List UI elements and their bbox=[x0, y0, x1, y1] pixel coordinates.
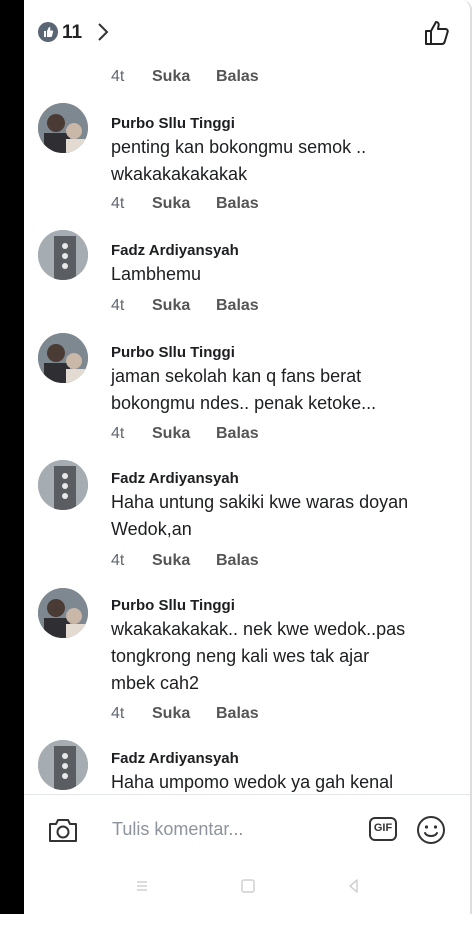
system-navigation-bar bbox=[24, 860, 470, 914]
bottom-edge bbox=[0, 914, 474, 932]
avatar[interactable] bbox=[38, 460, 88, 510]
reply-link[interactable]: Balas bbox=[216, 551, 259, 571]
like-link[interactable]: Suka bbox=[152, 424, 190, 444]
comment-line: Lambhemu bbox=[111, 264, 202, 284]
comment-line: penting kan bokongmu semok .. bbox=[111, 137, 367, 157]
comment-time: 4t bbox=[111, 297, 125, 314]
comment-line: Haha untung sakiki kwe waras doyan bbox=[111, 492, 409, 512]
comment-line: wkakakakakak.. nek kwe wedok..pas bbox=[111, 619, 406, 639]
like-badge-icon[interactable] bbox=[38, 22, 58, 42]
like-link[interactable]: Suka bbox=[152, 194, 190, 214]
like-link[interactable]: Suka bbox=[152, 551, 190, 571]
like-link[interactable]: Suka bbox=[152, 296, 190, 316]
comment-line: Wedok,an bbox=[111, 519, 192, 539]
comment-line: wkakakakakakak bbox=[111, 164, 248, 184]
comment-body: Lambhemu bbox=[111, 261, 456, 288]
avatar[interactable] bbox=[38, 230, 88, 280]
comment-body: jaman sekolah kan q fans berat bokongmu … bbox=[111, 363, 456, 417]
home-icon[interactable] bbox=[240, 878, 256, 894]
comment-body: penting kan bokongmu semok .. wkakakakak… bbox=[111, 134, 456, 188]
reply-link[interactable]: Balas bbox=[216, 67, 259, 87]
comment-author[interactable]: Fadz Ardiyansyah bbox=[111, 470, 239, 487]
comment-line: bokongmu ndes.. penak ketoke... bbox=[111, 393, 377, 413]
like-link[interactable]: Suka bbox=[152, 704, 190, 724]
comment-line: Haha umpomo wedok ya gah kenal bbox=[111, 772, 394, 792]
reply-link[interactable]: Balas bbox=[216, 194, 259, 214]
comment-time: 4t bbox=[111, 195, 125, 212]
left-edge bbox=[0, 0, 24, 932]
comment-line: jaman sekolah kan q fans berat bbox=[111, 366, 362, 386]
comment-time: 4t bbox=[111, 705, 125, 722]
comment-author[interactable]: Purbo Sllu Tinggi bbox=[111, 597, 235, 614]
gif-label: GIF bbox=[373, 822, 393, 834]
reply-link[interactable]: Balas bbox=[216, 296, 259, 316]
comment-line: tongkrong neng kali wes tak ajar bbox=[111, 646, 370, 666]
comment-time: 4t bbox=[111, 425, 125, 442]
thumbs-up-icon[interactable] bbox=[422, 18, 452, 48]
emoji-icon[interactable] bbox=[416, 815, 446, 845]
comment-body: Haha umpomo wedok ya gah kenal bbox=[111, 769, 456, 796]
comment-author[interactable]: Purbo Sllu Tinggi bbox=[111, 115, 235, 132]
reply-link[interactable]: Balas bbox=[216, 704, 259, 724]
comment-time: 4t bbox=[111, 68, 125, 85]
avatar[interactable] bbox=[38, 740, 88, 790]
like-count[interactable]: 11 bbox=[62, 22, 82, 44]
comments-screen: 11 4t Suka Balas Purbo Sllu Tinggi penti… bbox=[24, 0, 472, 914]
comment-input[interactable]: Tulis komentar... bbox=[112, 815, 243, 843]
comment-author[interactable]: Fadz Ardiyansyah bbox=[111, 750, 239, 767]
comment-composer: Tulis komentar... GIF bbox=[24, 794, 470, 861]
header: 11 bbox=[24, 0, 470, 64]
avatar[interactable] bbox=[38, 588, 88, 638]
comment-author[interactable]: Purbo Sllu Tinggi bbox=[111, 344, 235, 361]
avatar[interactable] bbox=[38, 333, 88, 383]
comment-time: 4t bbox=[111, 552, 125, 569]
avatar[interactable] bbox=[38, 103, 88, 153]
chevron-right-icon[interactable] bbox=[94, 21, 112, 43]
recent-apps-icon[interactable] bbox=[134, 878, 150, 894]
reply-link[interactable]: Balas bbox=[216, 424, 259, 444]
like-link[interactable]: Suka bbox=[152, 67, 190, 87]
comment-author[interactable]: Fadz Ardiyansyah bbox=[111, 242, 239, 259]
camera-icon[interactable] bbox=[48, 817, 78, 843]
comment-body: wkakakakakak.. nek kwe wedok..pas tongkr… bbox=[111, 616, 456, 697]
comment-body: Haha untung sakiki kwe waras doyan Wedok… bbox=[111, 489, 456, 543]
back-icon[interactable] bbox=[346, 878, 362, 894]
gif-icon[interactable]: GIF bbox=[369, 815, 397, 843]
comment-line: mbek cah2 bbox=[111, 673, 200, 693]
